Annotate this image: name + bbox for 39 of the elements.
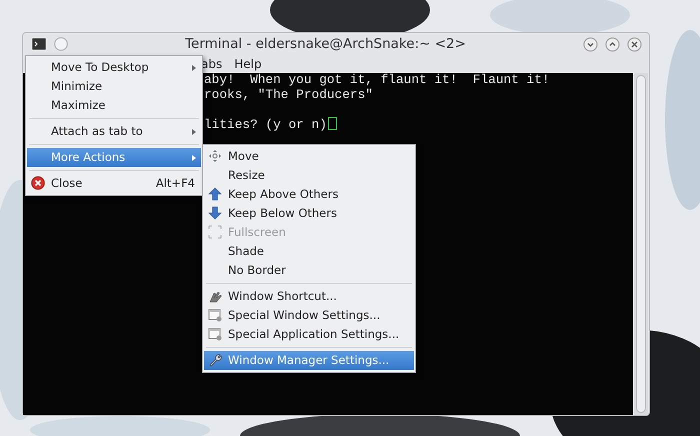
menu-item[interactable]: More Actions [27, 148, 201, 167]
window-settings-icon [208, 327, 222, 341]
terminal-text: aby! When you got it, flaunt it! Flaunt it! [204, 72, 550, 87]
menu-item[interactable]: Attach as tab to [27, 122, 201, 141]
submenu-arrow-icon [192, 129, 196, 135]
menu-item[interactable]: Minimize [27, 77, 201, 96]
move-arrows-icon [208, 149, 222, 163]
menu-item[interactable]: Move [204, 147, 414, 166]
menu-item[interactable]: Special Window Settings... [204, 306, 414, 325]
menu-bar-item[interactable]: Help [234, 55, 262, 73]
submenu-arrow-icon [192, 155, 196, 161]
up-arrow-icon [208, 187, 222, 201]
down-arrow-icon [208, 206, 222, 220]
scrollbar[interactable] [634, 73, 648, 415]
shortcut-text: Alt+F4 [156, 174, 195, 192]
menu-item[interactable]: Window Manager Settings... [204, 351, 414, 370]
terminal-text: rooks, "The Producers" [204, 86, 373, 102]
close-button[interactable] [627, 36, 642, 52]
window-title: Terminal - eldersnake@ArchSnake:~ <2> [185, 36, 466, 52]
menu-item[interactable]: Window Shortcut... [204, 287, 414, 306]
menu-item[interactable]: Resize [204, 166, 414, 185]
menu-item[interactable]: Maximize [27, 96, 201, 115]
menu-item[interactable]: Keep Above Others [204, 185, 414, 204]
cursor [328, 116, 337, 130]
menu-item[interactable]: No Border [204, 261, 414, 280]
submenu-arrow-icon [192, 65, 196, 71]
wrench-icon [208, 353, 222, 367]
menu-item[interactable]: Keep Below Others [204, 204, 414, 223]
menu-item[interactable]: Shade [204, 242, 414, 261]
minimize-button[interactable] [583, 36, 598, 52]
terminal-icon[interactable] [32, 38, 46, 50]
menu-item[interactable]: Move To Desktop [27, 58, 201, 77]
fullscreen-icon [208, 225, 222, 239]
close-icon [31, 176, 45, 190]
menu-item[interactable]: Special Application Settings... [204, 325, 414, 344]
menu-item[interactable]: Close Alt+F4 [27, 174, 201, 193]
window-settings-icon [208, 308, 222, 322]
terminal-text: lities? (y or n) [204, 116, 327, 132]
maximize-button[interactable] [605, 36, 620, 52]
